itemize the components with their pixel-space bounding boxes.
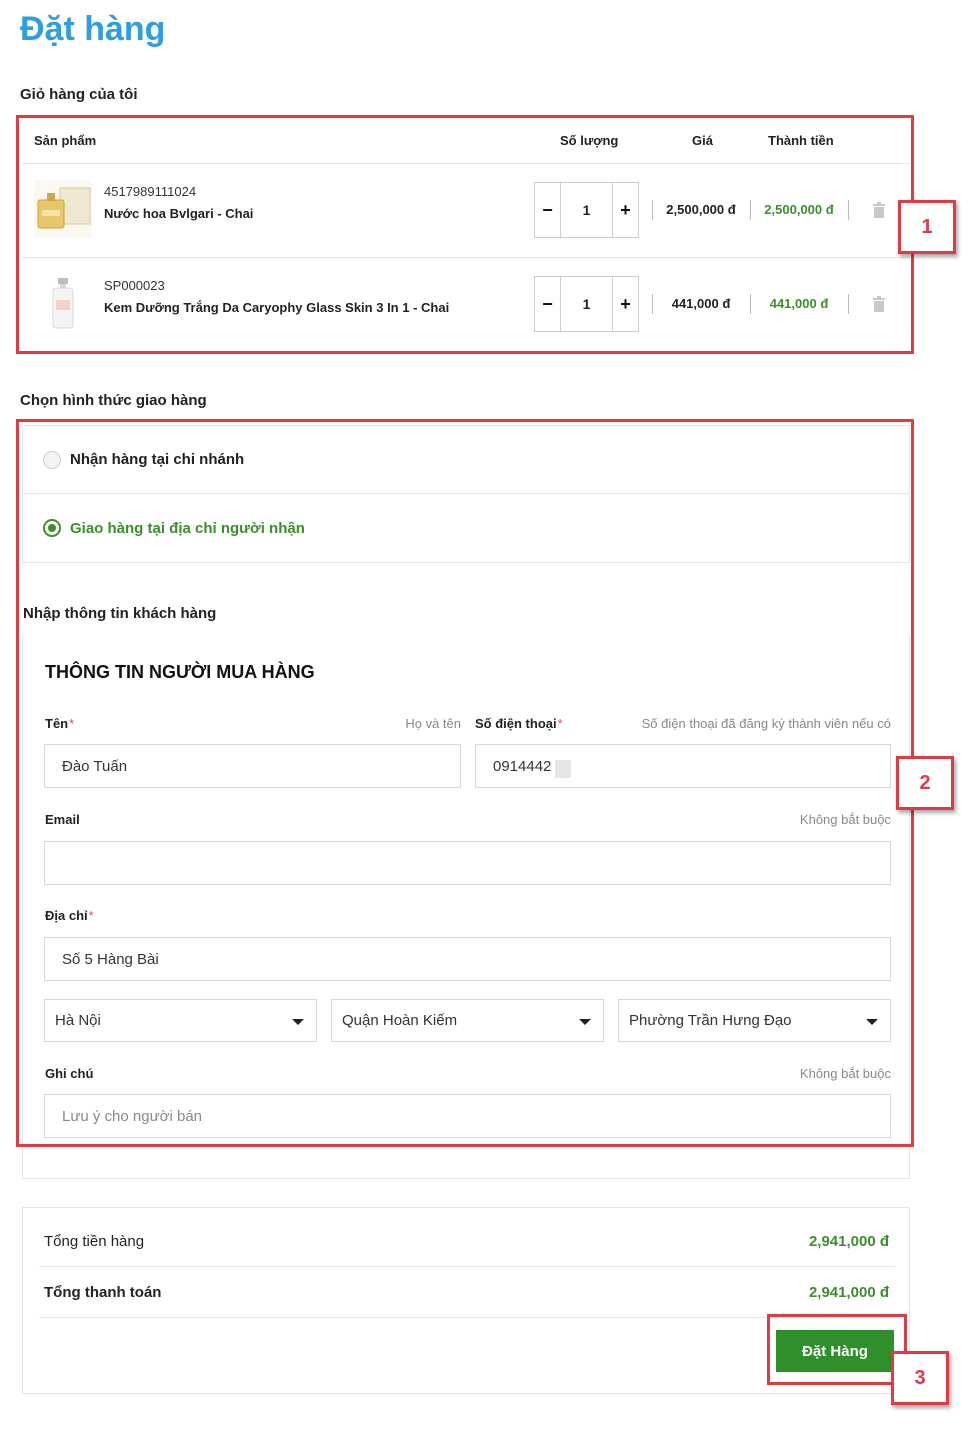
annotation-box-button [767, 1314, 907, 1385]
grand-total-value: 2,941,000 đ [808, 1284, 889, 1301]
annotation-box-form [16, 419, 914, 1147]
subtotal-label: Tổng tiền hàng [44, 1233, 145, 1250]
annotation-badge: 1 [898, 200, 956, 254]
cart-section-label: Giỏ hàng của tôi [20, 86, 138, 103]
page-title: Đặt hàng [20, 10, 166, 48]
grand-total-row: Tổng thanh toán 2,941,000 đ [39, 1267, 895, 1318]
shipping-section-label: Chọn hình thức giao hàng [20, 392, 207, 409]
grand-total-label: Tổng thanh toán [44, 1284, 162, 1301]
subtotal-value: 2,941,000 đ [808, 1233, 889, 1250]
annotation-badge: 3 [891, 1351, 949, 1405]
subtotal-row: Tổng tiền hàng 2,941,000 đ [39, 1216, 895, 1267]
annotation-box-cart [16, 115, 914, 354]
annotation-badge: 2 [896, 756, 954, 810]
